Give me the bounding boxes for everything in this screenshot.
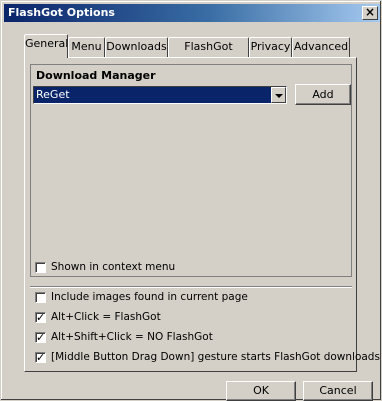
- window-title: FlashGot Options: [8, 6, 115, 19]
- tab-privacy[interactable]: Privacy: [249, 37, 292, 57]
- include-images-checkbox[interactable]: [35, 292, 46, 303]
- shown-in-context-menu-checkbox[interactable]: [35, 262, 46, 273]
- middle-drag-gesture-checkbox[interactable]: ✓: [35, 352, 46, 363]
- section-divider: [30, 286, 352, 288]
- alt-shift-click-label: Alt+Shift+Click = NO FlashGot: [51, 331, 213, 343]
- tab-privacy-label: Privacy: [250, 40, 291, 53]
- cancel-button[interactable]: Cancel: [303, 381, 373, 401]
- close-icon[interactable]: ×: [362, 6, 378, 20]
- tab-flashgot-media[interactable]: FlashGot Media: [168, 37, 249, 71]
- download-manager-selected-value: ReGet: [36, 88, 70, 101]
- tab-downloads[interactable]: Downloads: [105, 37, 168, 57]
- middle-drag-gesture-label: [Middle Button Drag Down] gesture starts…: [51, 351, 380, 363]
- title-bar[interactable]: FlashGot Options ×: [4, 4, 380, 22]
- ok-button[interactable]: OK: [226, 381, 296, 401]
- download-manager-label: Download Manager: [36, 69, 156, 82]
- ok-button-label: OK: [253, 384, 269, 397]
- add-button[interactable]: Add: [295, 84, 351, 105]
- tab-advanced-label: Advanced: [293, 40, 349, 53]
- shown-in-context-menu-label: Shown in context menu: [51, 261, 176, 273]
- alt-click-label: Alt+Click = FlashGot: [51, 311, 161, 323]
- include-images-label: Include images found in current page: [51, 291, 248, 303]
- alt-shift-click-checkbox[interactable]: ✓: [35, 332, 46, 343]
- tab-downloads-label: Downloads: [106, 40, 167, 53]
- chevron-down-icon[interactable]: [271, 87, 286, 103]
- tab-general[interactable]: General: [24, 34, 68, 58]
- alt-click-checkbox[interactable]: ✓: [35, 312, 46, 323]
- download-manager-select[interactable]: ReGet: [33, 86, 287, 104]
- tab-menu-label: Menu: [71, 40, 102, 53]
- tab-advanced[interactable]: Advanced: [292, 37, 350, 57]
- tab-menu[interactable]: Menu: [68, 37, 105, 57]
- add-button-label: Add: [312, 88, 334, 101]
- tab-general-label: General: [25, 37, 69, 50]
- cancel-button-label: Cancel: [319, 384, 357, 397]
